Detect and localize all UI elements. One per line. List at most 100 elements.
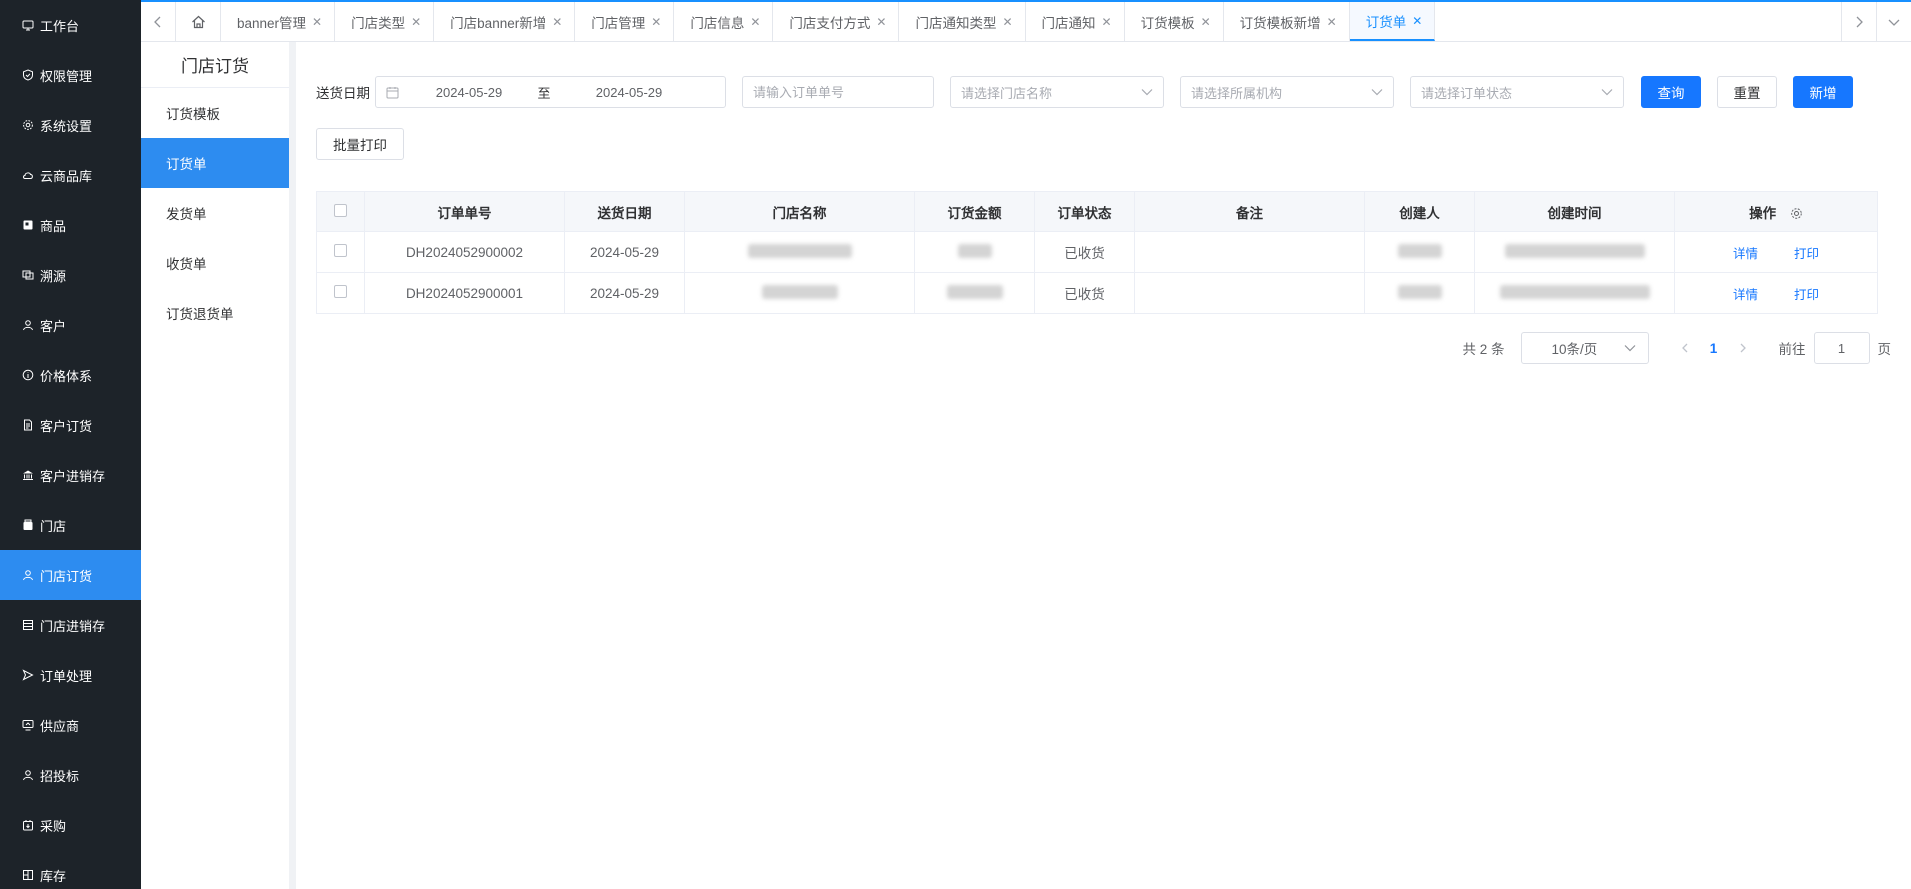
sidebar-item[interactable]: 采购 (0, 800, 141, 850)
sidebar-item[interactable]: 供应商 (0, 700, 141, 750)
print-link[interactable]: 打印 (1794, 247, 1819, 261)
chevron-right-icon (1740, 343, 1746, 352)
close-icon[interactable]: ✕ (411, 15, 421, 29)
trace-icon (21, 268, 35, 282)
sidebar-item[interactable]: 系统设置 (0, 100, 141, 150)
query-button[interactable]: 查询 (1641, 76, 1701, 108)
send-icon (21, 668, 35, 682)
detail-link[interactable]: 详情 (1733, 247, 1758, 261)
close-icon[interactable]: ✕ (1412, 14, 1422, 28)
date-end-value[interactable]: 2024-05-29 (569, 85, 689, 100)
filter-bar: 送货日期 2024-05-29 至 2024-05-29 请选择门店名称 请选择… (316, 76, 1853, 108)
tab[interactable]: 门店通知 ✕ (1026, 2, 1125, 41)
sidebar-item[interactable]: 权限管理 (0, 50, 141, 100)
tab[interactable]: 订货模板新增 ✕ (1224, 2, 1350, 41)
tab[interactable]: 门店banner新增 ✕ (434, 2, 576, 41)
sidebar-item[interactable]: 工作台 (0, 0, 141, 50)
sub-menu-item[interactable]: 收货单 (141, 238, 289, 288)
chevron-left-icon (154, 16, 161, 27)
next-page-button[interactable] (1729, 341, 1757, 356)
store-name-select[interactable]: 请选择门店名称 (950, 76, 1164, 108)
tab-home-button[interactable] (176, 2, 221, 41)
batch-print-button[interactable]: 批量打印 (316, 128, 404, 160)
tab[interactable]: 门店支付方式 ✕ (773, 2, 900, 41)
select-all-checkbox[interactable] (334, 203, 347, 217)
close-icon[interactable]: ✕ (750, 15, 760, 29)
tab-scroll-right-button[interactable] (1841, 2, 1876, 42)
gear-icon[interactable] (1790, 207, 1803, 220)
close-icon[interactable]: ✕ (876, 15, 886, 29)
row-checkbox[interactable] (334, 285, 347, 298)
organization-select[interactable]: 请选择所属机构 (1180, 76, 1394, 108)
select-all-cell (316, 191, 365, 232)
sidebar-item[interactable]: 门店进销存 (0, 600, 141, 650)
order-number-input[interactable] (742, 76, 934, 108)
sidebar-item[interactable]: 客户订货 (0, 400, 141, 450)
close-icon[interactable]: ✕ (651, 15, 661, 29)
column-header: 备注 (1134, 191, 1365, 232)
close-icon[interactable]: ✕ (312, 15, 322, 29)
prev-page-button[interactable] (1671, 341, 1699, 356)
order-status-select[interactable]: 请选择订单状态 (1410, 76, 1624, 108)
delivery-date-cell: 2024-05-29 (564, 272, 685, 314)
goto-page-input[interactable] (1813, 332, 1870, 364)
sidebar-item[interactable]: 溯源 (0, 250, 141, 300)
sidebar-item[interactable]: 客户 (0, 300, 141, 350)
page-size-select[interactable]: 10条/页 (1520, 332, 1649, 364)
sidebar-item[interactable]: 价格体系 (0, 350, 141, 400)
row-checkbox[interactable] (334, 244, 347, 257)
detail-link[interactable]: 详情 (1733, 288, 1758, 302)
tab[interactable]: banner管理 ✕ (221, 2, 336, 41)
sidebar-item[interactable]: 客户进销存 (0, 450, 141, 500)
user-icon (21, 318, 35, 332)
tab[interactable]: 门店管理 ✕ (575, 2, 675, 41)
tab-menu-button[interactable] (1876, 2, 1911, 42)
sidebar-item-label: 采购 (40, 818, 67, 834)
tab[interactable]: 订货单 ✕ (1349, 2, 1436, 41)
column-header: 订单单号 (364, 191, 565, 232)
close-icon[interactable]: ✕ (1102, 15, 1112, 29)
column-header: 创建时间 (1474, 191, 1675, 232)
tab[interactable]: 门店类型 ✕ (335, 2, 435, 41)
sub-menu-item[interactable]: 发货单 (141, 188, 289, 238)
print-link[interactable]: 打印 (1794, 288, 1819, 302)
order-number: DH2024052900002 (405, 244, 524, 260)
chevron-down-icon (1141, 89, 1153, 96)
store-name-redacted (747, 243, 852, 258)
column-header: 订货金额 (914, 191, 1035, 232)
chevron-down-icon (1601, 89, 1613, 96)
tab-label: 订货模板 (1140, 15, 1195, 31)
sidebar-item[interactable]: 门店 (0, 500, 141, 550)
sub-menu-item[interactable]: 订货单 (141, 138, 289, 188)
sub-menu-item[interactable]: 订货退货单 (141, 288, 289, 338)
page-size-value: 10条/页 (1551, 342, 1598, 357)
add-button[interactable]: 新增 (1793, 76, 1853, 108)
tab-label: banner管理 (237, 15, 307, 31)
sub-menu-item[interactable]: 订货模板 (141, 88, 289, 138)
user-icon (21, 768, 35, 782)
close-icon[interactable]: ✕ (552, 15, 562, 29)
date-start-value[interactable]: 2024-05-29 (409, 85, 529, 100)
tab[interactable]: 门店信息 ✕ (674, 2, 774, 41)
sidebar-item[interactable]: 订单处理 (0, 650, 141, 700)
sub-menu-title: 门店订货 (141, 42, 289, 88)
sidebar-item[interactable]: 门店订货 (0, 550, 141, 600)
page-number[interactable]: 1 (1699, 341, 1729, 356)
sidebar-item[interactable]: 库存 (0, 850, 141, 889)
tab[interactable]: 订货模板 ✕ (1125, 2, 1224, 41)
sidebar-item[interactable]: 云商品库 (0, 150, 141, 200)
tab-label: 门店信息 (690, 15, 745, 31)
delivery-date-range-picker[interactable]: 2024-05-29 至 2024-05-29 (375, 76, 726, 108)
user-icon (21, 568, 35, 582)
tab-scroll-left-button[interactable] (141, 2, 176, 41)
close-icon[interactable]: ✕ (1327, 15, 1337, 29)
close-icon[interactable]: ✕ (1002, 15, 1012, 29)
close-icon[interactable]: ✕ (1201, 15, 1211, 29)
tab[interactable]: 门店通知类型 ✕ (899, 2, 1026, 41)
bank-icon (21, 468, 35, 482)
amount-redacted (957, 243, 992, 258)
sidebar-item[interactable]: 商品 (0, 200, 141, 250)
store-name-placeholder: 请选择门店名称 (961, 85, 1053, 101)
sidebar-item[interactable]: 招投标 (0, 750, 141, 800)
reset-button[interactable]: 重置 (1717, 76, 1777, 108)
